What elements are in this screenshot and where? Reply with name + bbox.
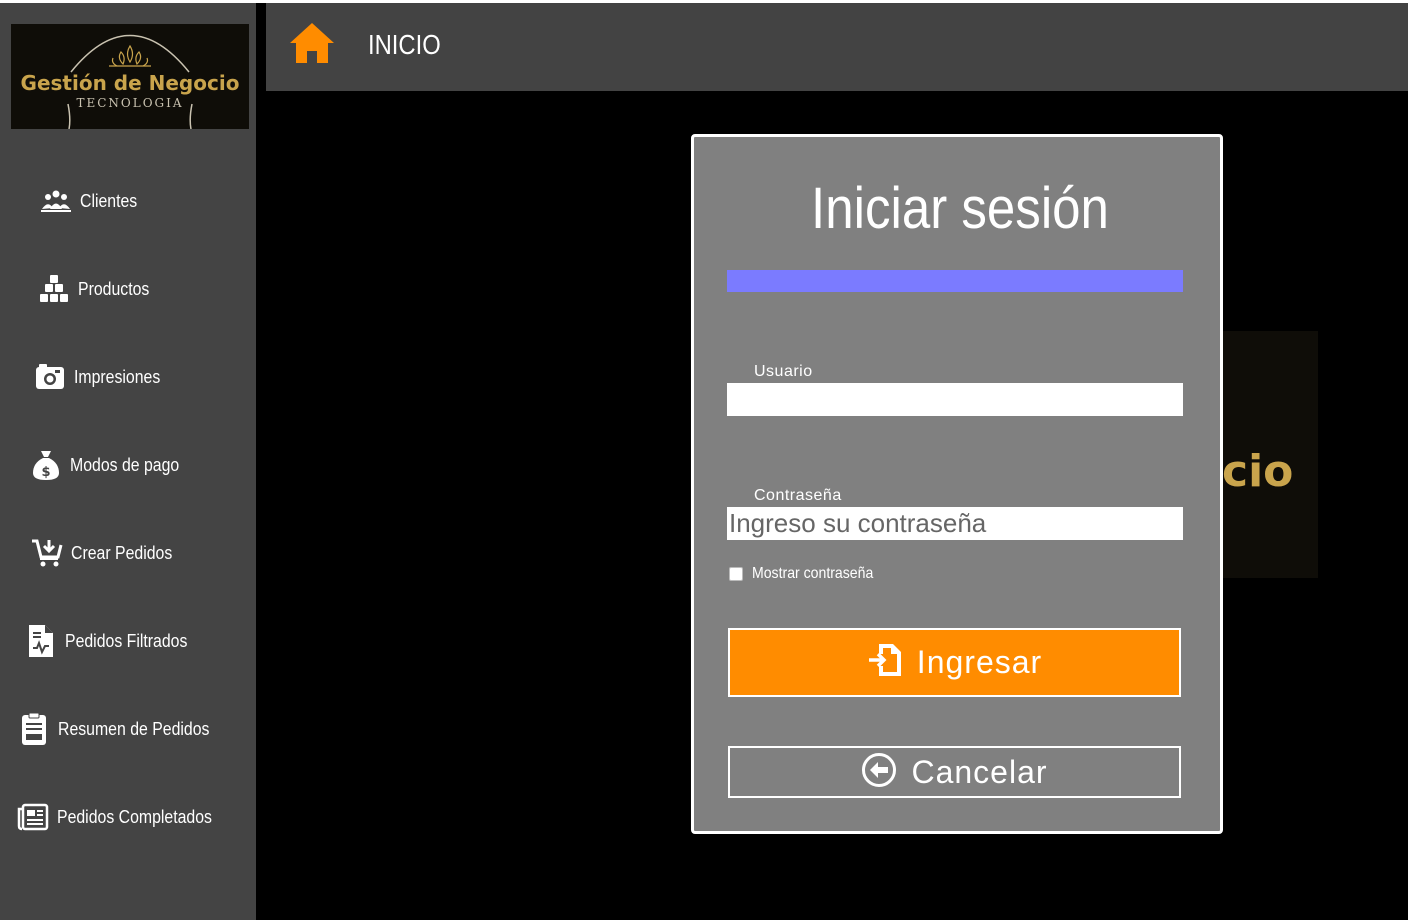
sidebar-item-productos[interactable]: Productos xyxy=(38,269,159,309)
title-accent-bar xyxy=(727,270,1183,292)
cancel-button[interactable]: Cancelar xyxy=(728,746,1181,798)
background-logo-text: cio xyxy=(1222,446,1294,497)
clipboard-icon xyxy=(18,712,50,745)
sidebar-item-label: Modos de pago xyxy=(70,454,180,475)
logo-title: Gestión de Negocio xyxy=(20,71,240,95)
login-title: Iniciar sesión xyxy=(811,176,1109,241)
arrow-left-circle-icon xyxy=(861,752,897,793)
sidebar-item-label: Clientes xyxy=(80,190,138,211)
cancel-button-label: Cancelar xyxy=(911,753,1048,790)
sidebar-item-label: Crear Pedidos xyxy=(71,542,173,563)
file-import-icon xyxy=(867,642,903,683)
money-bag-icon: $ xyxy=(30,449,62,481)
username-input[interactable] xyxy=(727,383,1183,416)
login-button-label: Ingresar xyxy=(916,644,1043,680)
sidebar-item-label: Pedidos Filtrados xyxy=(65,630,188,651)
brand-logo: Gestión de Negocio TECNOLOGIA xyxy=(11,24,249,129)
sidebar-item-pedidos-filtrados[interactable]: Pedidos Filtrados xyxy=(25,621,204,661)
sidebar-item-resumen-de-pedidos[interactable]: Resumen de Pedidos xyxy=(18,709,230,749)
sidebar-item-label: Pedidos Completados xyxy=(57,806,212,827)
group-people-icon xyxy=(40,185,72,217)
sidebar-item-label: Resumen de Pedidos xyxy=(58,718,210,739)
newspaper-icon xyxy=(17,801,49,833)
sidebar: Gestión de Negocio TECNOLOGIA Clientes P… xyxy=(0,3,256,920)
file-chart-icon xyxy=(25,625,57,657)
username-label: Usuario xyxy=(754,363,813,380)
sidebar-item-pedidos-completados[interactable]: Pedidos Completados xyxy=(17,797,233,837)
cart-download-icon xyxy=(31,537,63,569)
password-input[interactable] xyxy=(727,507,1183,540)
camera-icon xyxy=(34,361,66,393)
show-password-checkbox[interactable] xyxy=(729,567,743,581)
sidebar-item-clientes[interactable]: Clientes xyxy=(40,181,145,221)
sidebar-item-label: Impresiones xyxy=(74,366,161,387)
sidebar-item-modos-de-pago[interactable]: $ Modos de pago xyxy=(30,445,194,485)
page-title: INICIO xyxy=(368,29,441,60)
password-label: Contraseña xyxy=(754,487,842,504)
sidebar-item-label: Productos xyxy=(78,278,150,299)
svg-text:$: $ xyxy=(41,465,50,480)
show-password-toggle[interactable]: Mostrar contraseña xyxy=(729,565,890,583)
show-password-label: Mostrar contraseña xyxy=(752,565,874,582)
login-dialog: Iniciar sesión Usuario Contraseña Mostra… xyxy=(691,134,1223,834)
login-button[interactable]: Ingresar xyxy=(728,628,1181,697)
top-header: INICIO xyxy=(266,3,1408,91)
sidebar-item-impresiones[interactable]: Impresiones xyxy=(34,357,172,397)
logo-subtitle: TECNOLOGIA xyxy=(76,96,184,110)
sidebar-item-crear-pedidos[interactable]: Crear Pedidos xyxy=(31,533,186,573)
home-icon[interactable] xyxy=(288,21,336,65)
boxes-icon xyxy=(38,273,70,305)
